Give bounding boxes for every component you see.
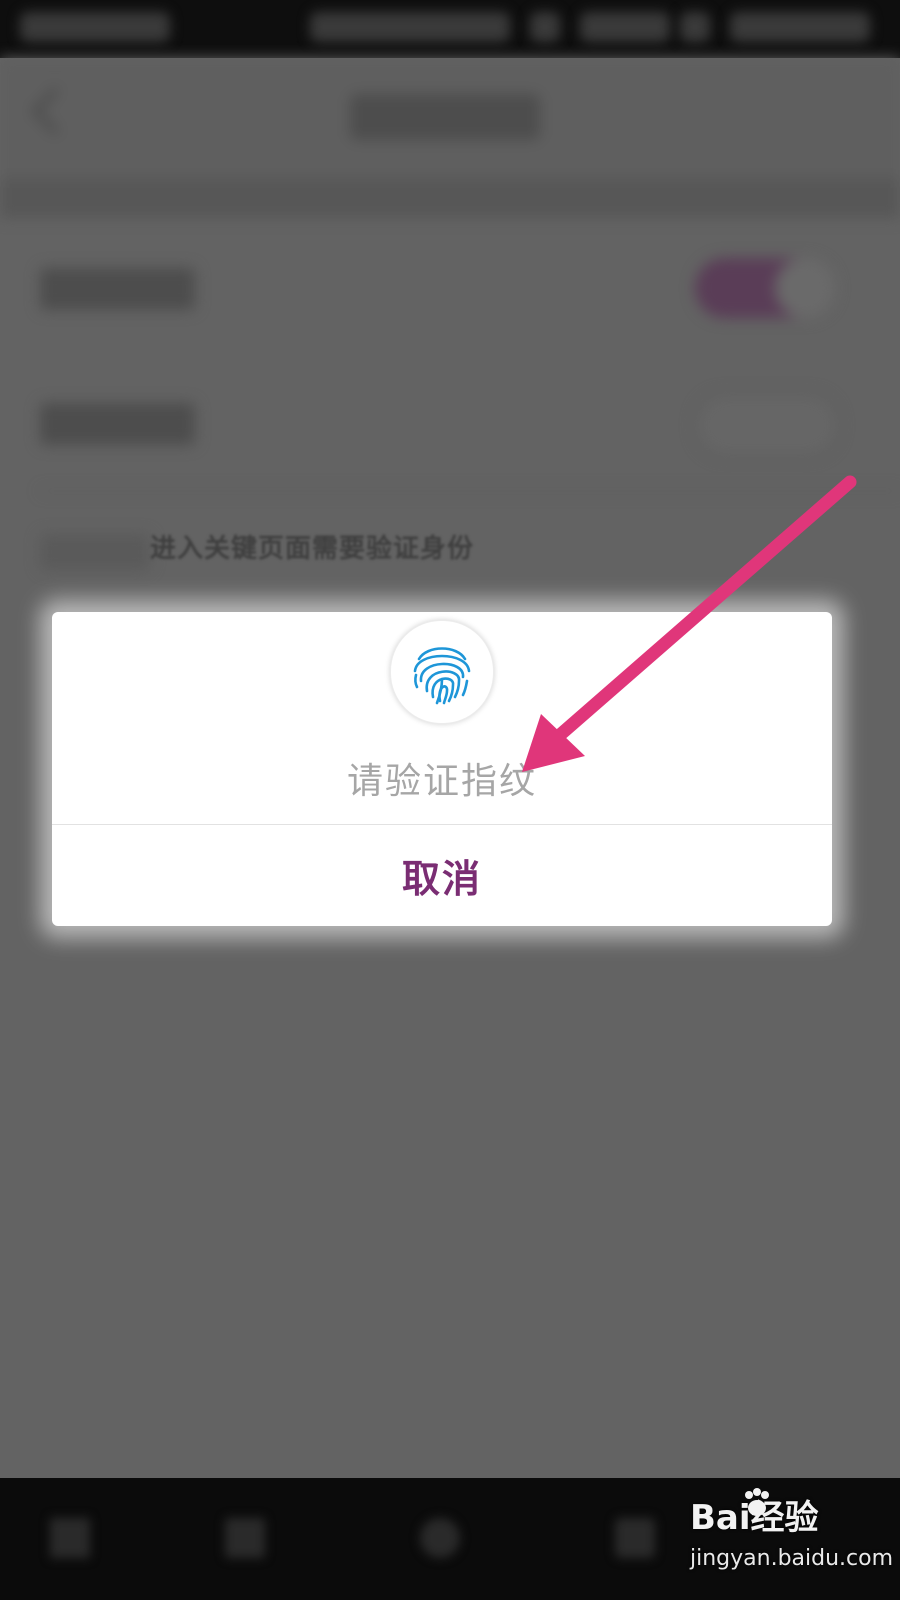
menu-button[interactable] <box>40 1508 100 1568</box>
watermark-url: jingyan.baidu.com <box>690 1546 894 1571</box>
home-button[interactable] <box>410 1508 470 1568</box>
watermark: Bai经验 jingyan.baidu.com <box>690 1488 894 1590</box>
recent-apps-button[interactable] <box>605 1508 665 1568</box>
home-icon <box>420 1518 460 1558</box>
annotation-arrow <box>522 475 857 772</box>
recent-apps-icon <box>615 1518 655 1558</box>
back-button[interactable] <box>215 1508 275 1568</box>
arrow-shaft <box>538 475 857 755</box>
menu-icon <box>50 1518 90 1558</box>
back-icon <box>225 1518 265 1558</box>
paw-icon <box>745 1488 769 1516</box>
